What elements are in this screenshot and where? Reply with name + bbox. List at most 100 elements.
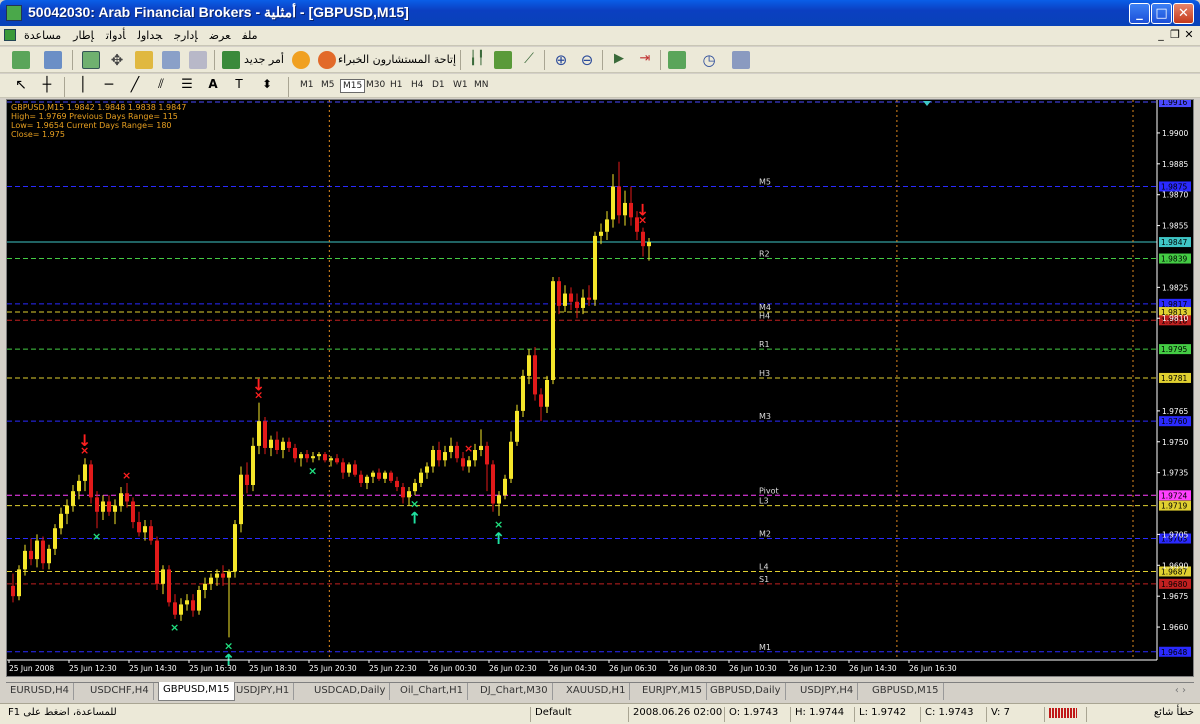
- candle-body: [425, 466, 429, 473]
- timeframe-h4[interactable]: H4: [409, 79, 426, 91]
- menu-item[interactable]: إطار: [73, 29, 94, 42]
- templates-icon[interactable]: [732, 51, 750, 69]
- text-label-icon[interactable]: T: [230, 77, 248, 95]
- chart-tab[interactable]: GBPUSD,M15: [868, 683, 944, 700]
- candle-body: [239, 474, 243, 525]
- candle-body: [77, 480, 81, 492]
- chart-tab[interactable]: USDJPY,H1: [232, 683, 295, 700]
- y-tick-label: 1.9855: [1162, 222, 1188, 231]
- trendline-icon[interactable]: ╱: [126, 77, 144, 95]
- x-tick-label: 26 Jun 12:30: [789, 664, 837, 673]
- close-button[interactable]: ✕: [1173, 3, 1194, 24]
- timeframe-m30[interactable]: M30: [364, 79, 387, 91]
- candle-body: [65, 505, 69, 514]
- data-window-icon[interactable]: ✥: [108, 51, 126, 69]
- price-chart[interactable]: R31.9916M51.98751.9847R21.98391.9817M41.…: [7, 100, 1193, 676]
- timeframe-m1[interactable]: M1: [298, 79, 316, 91]
- cursor-icon[interactable]: ↖: [12, 77, 30, 95]
- price-label: 1.9916: [1161, 100, 1187, 107]
- candle-body: [437, 450, 441, 461]
- menu-item[interactable]: جداول: [138, 29, 163, 42]
- price-label: 1.9680: [1161, 580, 1187, 589]
- mdi-minimize-icon[interactable]: _: [1154, 28, 1168, 41]
- chart-tab[interactable]: EURJPY,M15: [638, 683, 707, 700]
- red-cross-icon: ×: [122, 469, 131, 482]
- chart-tab[interactable]: DJ_Chart,M30: [476, 683, 553, 700]
- timeframe-h1[interactable]: H1: [388, 79, 405, 91]
- fibonacci-icon[interactable]: ☰: [178, 77, 196, 95]
- indicators-icon[interactable]: [668, 51, 686, 69]
- timeframe-w1[interactable]: W1: [451, 79, 470, 91]
- chart-tab[interactable]: Oil_Chart,H1: [396, 683, 468, 700]
- text-icon[interactable]: A: [204, 77, 222, 95]
- chart-shift-icon[interactable]: ⇥: [636, 51, 654, 69]
- chart-tab[interactable]: GBPUSD,Daily: [706, 683, 786, 700]
- experts-button[interactable]: إتاحة المستشارون الخبراء: [338, 53, 456, 66]
- x-tick-label: 26 Jun 04:30: [549, 664, 597, 673]
- y-tick-label: 1.9825: [1162, 283, 1188, 292]
- new-order-button[interactable]: أمر جديد: [244, 53, 284, 66]
- minimize-button[interactable]: _: [1129, 3, 1150, 24]
- tab-scroll-icon[interactable]: ‹ ›: [1175, 685, 1186, 696]
- bar-low: L: 1.9742: [854, 707, 918, 722]
- candle-body: [23, 550, 27, 570]
- app-icon: [6, 5, 22, 21]
- new-order-icon[interactable]: [222, 51, 240, 69]
- maximize-button[interactable]: □: [1151, 3, 1172, 24]
- mdi-restore-icon[interactable]: ❐: [1168, 28, 1182, 41]
- timeframe-d1[interactable]: D1: [430, 79, 447, 91]
- timeframe-m5[interactable]: M5: [319, 79, 337, 91]
- candle-body: [83, 464, 87, 481]
- crosshair-icon[interactable]: ┼: [38, 77, 56, 95]
- new-chart-icon[interactable]: [12, 51, 30, 69]
- line-chart-icon[interactable]: ⟋: [520, 51, 538, 69]
- menu-item[interactable]: أدوات: [106, 29, 126, 42]
- market-watch-icon[interactable]: [82, 51, 100, 69]
- price-label: 1.9760: [1161, 417, 1187, 426]
- arrows-icon[interactable]: ⬍: [258, 77, 276, 95]
- tester-icon[interactable]: [189, 51, 207, 69]
- candle-body: [365, 476, 369, 483]
- zoom-out-icon[interactable]: ⊖: [578, 51, 596, 69]
- zoom-in-icon[interactable]: ⊕: [552, 51, 570, 69]
- candle-body: [539, 394, 543, 407]
- channel-icon[interactable]: ⫽: [152, 77, 170, 95]
- candle-body: [371, 472, 375, 477]
- chart-tab[interactable]: XAUUSD,H1: [562, 683, 631, 700]
- periods-icon[interactable]: ◷: [700, 51, 718, 69]
- menu-item[interactable]: ملف: [242, 29, 257, 42]
- candle-body: [383, 472, 387, 479]
- mdi-close-icon[interactable]: ✕: [1182, 28, 1196, 41]
- autoscroll-icon[interactable]: ▶: [610, 51, 628, 69]
- y-tick-label: 1.9675: [1162, 592, 1188, 601]
- experts-icon[interactable]: [318, 51, 336, 69]
- candle-body: [473, 450, 477, 461]
- candle-body: [431, 450, 435, 467]
- y-tick-label: 1.9735: [1162, 469, 1188, 478]
- menu-item[interactable]: مساعدة: [24, 29, 61, 42]
- chart-tab[interactable]: USDCHF,H4: [86, 683, 154, 700]
- candlestick-icon[interactable]: [494, 51, 512, 69]
- candle-body: [443, 452, 447, 461]
- chart-tab[interactable]: EURUSD,H4: [6, 683, 75, 700]
- timeframe-mn[interactable]: MN: [472, 79, 491, 91]
- chart-area[interactable]: R31.9916M51.98751.9847R21.98391.9817M41.…: [6, 99, 1194, 677]
- candle-body: [317, 454, 321, 457]
- horizontal-line-icon[interactable]: ─: [100, 77, 118, 95]
- candle-body: [503, 478, 507, 496]
- level-name: M1: [759, 643, 771, 652]
- candle-body: [161, 569, 165, 584]
- x-tick-label: 26 Jun 08:30: [669, 664, 717, 673]
- bar-chart-icon[interactable]: ╽╿: [468, 51, 486, 69]
- chart-tab[interactable]: USDCAD,Daily: [310, 683, 391, 700]
- chart-tab[interactable]: GBPUSD,M15: [158, 682, 235, 701]
- metaeditor-icon[interactable]: [292, 51, 310, 69]
- menu-item[interactable]: إدارج: [174, 29, 197, 42]
- timeframe-m15[interactable]: M15: [340, 79, 366, 93]
- chart-tab[interactable]: USDJPY,H4: [796, 683, 859, 700]
- menu-item[interactable]: عرض: [210, 29, 231, 42]
- profiles-icon[interactable]: [44, 51, 62, 69]
- navigator-icon[interactable]: [135, 51, 153, 69]
- terminal-icon[interactable]: [162, 51, 180, 69]
- vertical-line-icon[interactable]: │: [74, 77, 92, 95]
